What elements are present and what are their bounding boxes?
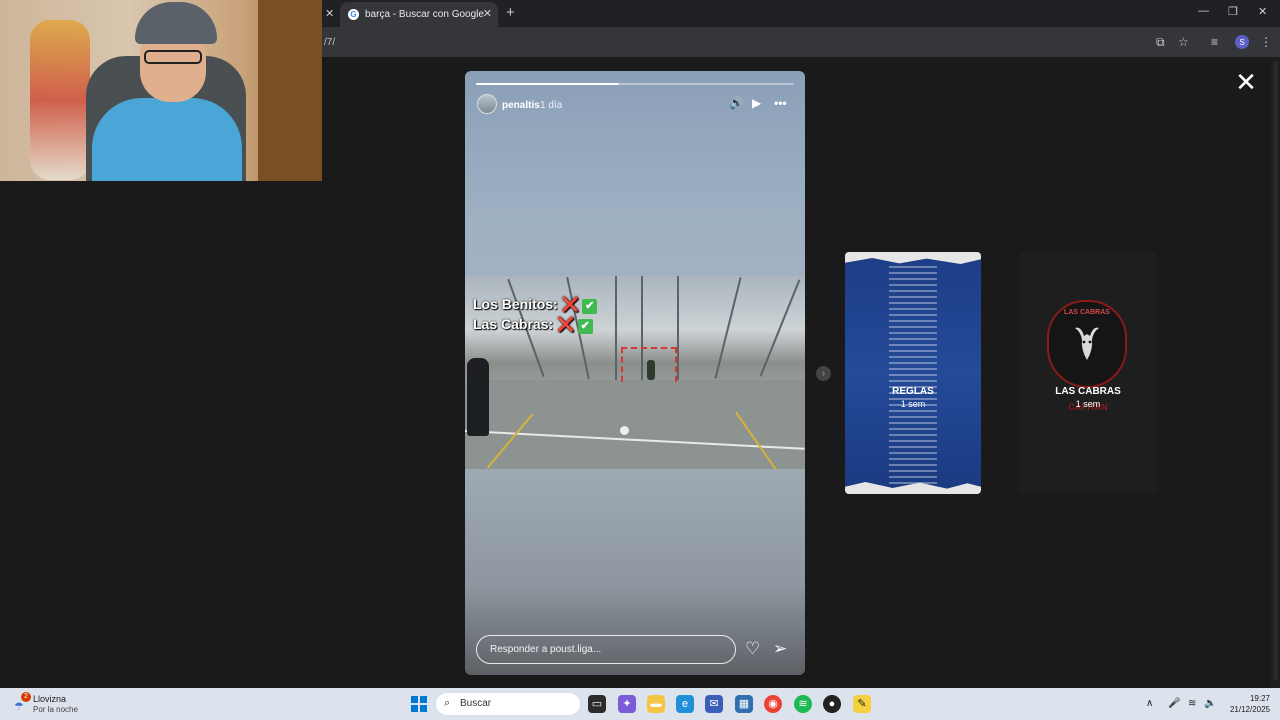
story-preview-las-cabras[interactable]: LAS CABRAS CAPITAN LAS CABRAS 1 sem	[1020, 252, 1156, 494]
score-line-cabras: Las Cabras: ❌ ✔	[473, 316, 593, 334]
story-video[interactable]: Los Benitos: ❌ ✔ Las Cabras: ❌ ✔	[465, 276, 805, 469]
bookmark-star-icon[interactable]: ☆	[1178, 35, 1189, 49]
play-icon[interactable]: ▶	[752, 96, 761, 110]
cross-mark-icon: ❌	[557, 316, 575, 332]
window-close-button[interactable]: ✕	[1258, 5, 1267, 18]
google-favicon-icon: G	[348, 9, 359, 20]
reply-input[interactable]: Responder a poust.liga...	[476, 635, 736, 664]
store-icon[interactable]: ▦	[735, 695, 753, 713]
story-preview-reglas[interactable]: REGLAS 1 sem	[845, 252, 981, 494]
search-icon: ⌕	[444, 697, 451, 709]
webcam-overlay	[0, 0, 322, 181]
fence-pole	[759, 279, 801, 377]
next-story-button[interactable]: ›	[816, 366, 831, 381]
avatar[interactable]	[477, 94, 497, 114]
maximize-button[interactable]: ❐	[1228, 5, 1238, 18]
cross-mark-icon: ❌	[561, 296, 580, 312]
tab-google-search[interactable]: G barça - Buscar con Google ✕	[340, 2, 498, 27]
team-label: Las Cabras:	[473, 316, 554, 332]
tab-title: barça - Buscar con Google	[365, 9, 484, 20]
copilot-icon[interactable]: ✦	[618, 695, 636, 713]
court-floor	[465, 380, 805, 469]
story-time: 1 día	[540, 100, 563, 111]
clock-date: 21/12/2025	[1229, 705, 1270, 714]
new-tab-button[interactable]: +	[506, 4, 515, 21]
check-mark-icon: ✔	[582, 299, 598, 314]
tab-close-icon[interactable]: ✕	[483, 7, 492, 20]
score-line-benitos: Los Benitos: ❌ ✔	[473, 296, 598, 314]
spotify-icon[interactable]: ≋	[794, 695, 812, 713]
fence-pole	[714, 277, 742, 379]
search-label: Buscar	[460, 698, 492, 709]
story-progress-bar	[476, 83, 794, 85]
menu-kebab-icon[interactable]: ⋮	[1260, 35, 1272, 49]
penalty-taker	[467, 358, 489, 436]
wifi-icon[interactable]: ≋	[1188, 698, 1196, 709]
task-view-icon[interactable]: ▭	[588, 695, 606, 713]
tray-overflow-icon[interactable]: ∧	[1146, 698, 1153, 709]
url-text[interactable]: /7/	[324, 37, 335, 48]
weather-rain-icon[interactable]: ☂	[14, 700, 24, 713]
goalkeeper	[647, 360, 655, 380]
file-explorer-icon[interactable]: ▬	[647, 695, 665, 713]
fence-pole	[677, 276, 679, 380]
chrome-icon[interactable]: ◉	[764, 695, 782, 713]
media-controls-icon[interactable]: ≡	[1211, 35, 1218, 49]
close-viewer-button[interactable]: ✕	[1234, 69, 1258, 95]
app-icon[interactable]: ●	[823, 695, 841, 713]
rules-text-lines	[889, 266, 937, 494]
prev-tab-close-icon[interactable]: ✕	[325, 7, 334, 20]
page-scrollbar[interactable]	[1271, 57, 1280, 688]
outlook-icon[interactable]: ✉	[705, 695, 723, 713]
plush-toys	[30, 20, 90, 180]
ball	[620, 426, 629, 435]
minimize-button[interactable]: —	[1198, 5, 1209, 17]
mute-icon[interactable]: 🔊	[729, 96, 744, 110]
share-send-icon[interactable]: ➢	[773, 639, 787, 659]
preview-time: 1 sem	[900, 399, 926, 409]
weather-badge: 2	[21, 692, 31, 702]
background-door	[258, 0, 322, 181]
profile-avatar[interactable]: S	[1235, 35, 1249, 49]
weather-subtitle: Por la noche	[33, 705, 78, 714]
microphone-icon[interactable]: 🎤	[1168, 698, 1180, 709]
taskbar-search[interactable]: ⌕ Buscar	[436, 693, 580, 715]
windows-taskbar: ☂ 2 Llovizna Por la noche ⌕ Buscar ▭ ✦ ▬…	[0, 688, 1280, 720]
check-mark-icon: ✔	[577, 319, 593, 334]
las-cabras-crest-logo: LAS CABRAS	[1047, 300, 1127, 388]
taskbar-clock[interactable]: 19:27 21/12/2025	[1220, 693, 1270, 715]
preview-time: 1 sem	[1075, 399, 1101, 409]
scroll-thumb[interactable]	[1273, 61, 1278, 681]
story-progress-fill	[476, 83, 620, 85]
preview-label: REGLAS	[892, 386, 934, 397]
like-heart-icon[interactable]: ♡	[745, 639, 760, 659]
person-cap	[135, 2, 217, 44]
glasses	[144, 50, 202, 64]
preview-label: LAS CABRAS	[1055, 386, 1121, 397]
goat-icon	[1075, 327, 1099, 360]
clock-time: 19:27	[1249, 694, 1270, 703]
fence-pole	[615, 276, 617, 380]
sticky-notes-icon[interactable]: ✎	[853, 695, 871, 713]
install-app-icon[interactable]: ⧉	[1156, 35, 1165, 50]
more-options-icon[interactable]: •••	[774, 96, 787, 110]
start-button-icon[interactable]	[411, 696, 427, 712]
story-username[interactable]: penaltis	[502, 100, 540, 111]
team-label: Los Benitos:	[473, 296, 558, 312]
edge-icon[interactable]: e	[676, 695, 694, 713]
crest-text: LAS CABRAS	[1064, 309, 1110, 316]
story-card[interactable]: penaltis 1 día 🔊 ▶ ••• Los Benitos: ❌ ✔ La…	[465, 71, 805, 675]
weather-title[interactable]: Llovizna	[33, 694, 66, 704]
person-shirt	[92, 98, 242, 181]
volume-icon[interactable]: 🔈	[1204, 698, 1216, 709]
